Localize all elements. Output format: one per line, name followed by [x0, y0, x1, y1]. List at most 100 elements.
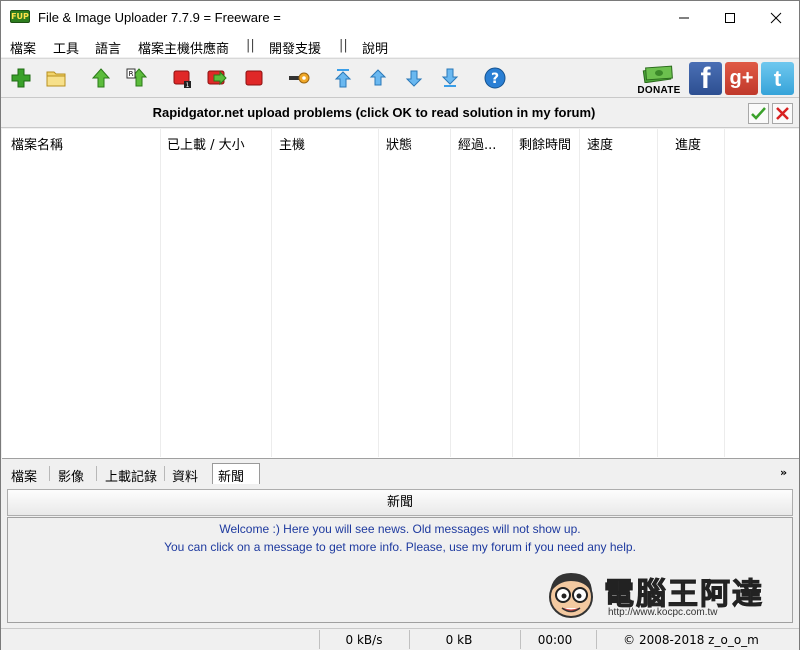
status-copyright: © 2008-2018 z_o_o_m: [623, 633, 759, 647]
skip-button[interactable]: [207, 67, 229, 89]
bottom-tabs: 檔案 影像 上載記錄 資料 新聞 »: [1, 460, 799, 486]
status-divider: [596, 630, 597, 649]
column-divider: [657, 129, 658, 457]
accounts-button[interactable]: [288, 67, 310, 89]
folder-icon: [46, 71, 66, 87]
twitter-icon: t: [773, 65, 782, 91]
upload-all-icon: R: [126, 68, 148, 87]
menu-hosts[interactable]: 檔案主機供應商: [138, 38, 229, 57]
svg-text:?: ?: [491, 71, 499, 87]
toolbar: R 1 ? DONATE f g+ t: [1, 58, 799, 98]
column-header-filename[interactable]: 檔案名稱: [11, 134, 63, 153]
upload-button[interactable]: [90, 67, 112, 89]
menu-bar: 檔案 工具 語言 檔案主機供應商 || 開發支援 || 說明: [1, 35, 799, 57]
add-folder-button[interactable]: [45, 67, 67, 89]
notice-cancel-button[interactable]: [772, 103, 793, 124]
help-button[interactable]: ?: [484, 67, 506, 89]
googleplus-icon: g+: [729, 67, 754, 89]
column-divider: [450, 129, 451, 457]
menu-support[interactable]: 開發支援: [269, 38, 321, 57]
move-bottom-button[interactable]: [439, 67, 461, 89]
watermark: 電腦王阿達 http://www.kocpc.com.tw: [542, 567, 782, 619]
twitter-button[interactable]: t: [761, 62, 794, 95]
column-header-remaining[interactable]: 剩餘時間: [519, 134, 571, 153]
notice-text[interactable]: Rapidgator.net upload problems (click OK…: [1, 105, 747, 120]
add-icon: [11, 68, 31, 88]
column-header-progress[interactable]: 進度: [675, 134, 701, 153]
key-icon: [289, 72, 310, 84]
tab-divider: [96, 466, 97, 481]
menu-language[interactable]: 語言: [95, 38, 121, 57]
column-header-elapsed[interactable]: 經過...: [458, 134, 496, 153]
menu-separator: ||: [246, 38, 255, 53]
menu-separator: ||: [339, 38, 348, 53]
maximize-icon: [725, 13, 735, 23]
tab-files[interactable]: 檔案: [11, 466, 37, 485]
column-header-host[interactable]: 主機: [279, 134, 305, 153]
column-divider: [724, 129, 725, 457]
news-button[interactable]: 新聞: [7, 489, 793, 516]
facebook-icon: f: [700, 61, 711, 95]
column-header-status[interactable]: 狀態: [386, 134, 412, 153]
minimize-button[interactable]: [661, 1, 707, 35]
facebook-button[interactable]: f: [689, 62, 722, 95]
move-down-icon: [405, 70, 423, 87]
column-divider: [271, 129, 272, 457]
check-icon: [751, 107, 766, 120]
app-window: FUP File & Image Uploader 7.7.9 = Freewa…: [0, 0, 800, 650]
status-size: 0 kB: [445, 633, 473, 647]
column-header-speed[interactable]: 速度: [587, 134, 613, 153]
money-icon: [642, 65, 673, 83]
stop-all-icon: [245, 70, 263, 86]
notice-bar: Rapidgator.net upload problems (click OK…: [1, 99, 799, 128]
stop-icon: 1: [173, 70, 191, 89]
tab-divider: [49, 466, 50, 481]
move-up-icon: [369, 69, 387, 86]
notice-ok-button[interactable]: [748, 103, 769, 124]
svg-text:1: 1: [186, 82, 190, 89]
upload-list[interactable]: 檔案名稱 已上載 / 大小 主機 狀態 經過... 剩餘時間 速度 進度: [2, 129, 799, 459]
move-up-button[interactable]: [367, 67, 389, 89]
column-divider: [512, 129, 513, 457]
title-bar[interactable]: FUP File & Image Uploader 7.7.9 = Freewa…: [1, 1, 799, 35]
cross-icon: [776, 107, 789, 120]
news-message[interactable]: Welcome :) Here you will see news. Old m…: [8, 522, 792, 536]
menu-file[interactable]: 檔案: [10, 38, 36, 57]
stop-button[interactable]: 1: [171, 67, 193, 89]
googleplus-button[interactable]: g+: [725, 62, 758, 95]
tab-news-label: 新聞: [218, 470, 245, 485]
tab-divider: [164, 466, 165, 481]
column-header-uploaded-size[interactable]: 已上載 / 大小: [167, 134, 245, 153]
window-title: File & Image Uploader 7.7.9 = Freeware =: [38, 10, 281, 25]
skip-icon: [207, 70, 227, 86]
help-icon: ?: [484, 67, 506, 89]
mascot-face-icon: [549, 573, 593, 618]
column-divider: [579, 129, 580, 457]
close-icon: [770, 12, 782, 24]
tab-images[interactable]: 影像: [58, 466, 84, 485]
maximize-button[interactable]: [707, 1, 753, 35]
collapse-chevron-icon[interactable]: »: [780, 466, 787, 479]
move-bottom-icon: [441, 68, 459, 87]
svg-text:R: R: [129, 70, 134, 78]
donate-button[interactable]: DONATE: [632, 61, 686, 97]
upload-all-button[interactable]: R: [126, 67, 148, 89]
menu-tools[interactable]: 工具: [53, 38, 79, 57]
upload-icon: [91, 68, 111, 88]
add-files-button[interactable]: [10, 67, 32, 89]
tab-upload-log[interactable]: 上載記錄: [105, 466, 157, 485]
tab-data[interactable]: 資料: [172, 466, 198, 485]
stop-all-button[interactable]: [243, 67, 265, 89]
news-message[interactable]: You can click on a message to get more i…: [8, 540, 792, 554]
column-divider: [378, 129, 379, 457]
column-divider: [160, 129, 161, 457]
tab-news[interactable]: 新聞: [212, 463, 260, 485]
minimize-icon: [679, 17, 689, 19]
status-bar: 0 kB/s 0 kB 00:00 © 2008-2018 z_o_o_m: [1, 628, 799, 650]
watermark-url: http://www.kocpc.com.tw: [608, 607, 718, 618]
move-down-button[interactable]: [403, 67, 425, 89]
move-top-button[interactable]: [332, 67, 354, 89]
menu-help[interactable]: 說明: [362, 38, 388, 57]
close-button[interactable]: [753, 1, 799, 35]
app-icon: FUP: [10, 10, 30, 23]
